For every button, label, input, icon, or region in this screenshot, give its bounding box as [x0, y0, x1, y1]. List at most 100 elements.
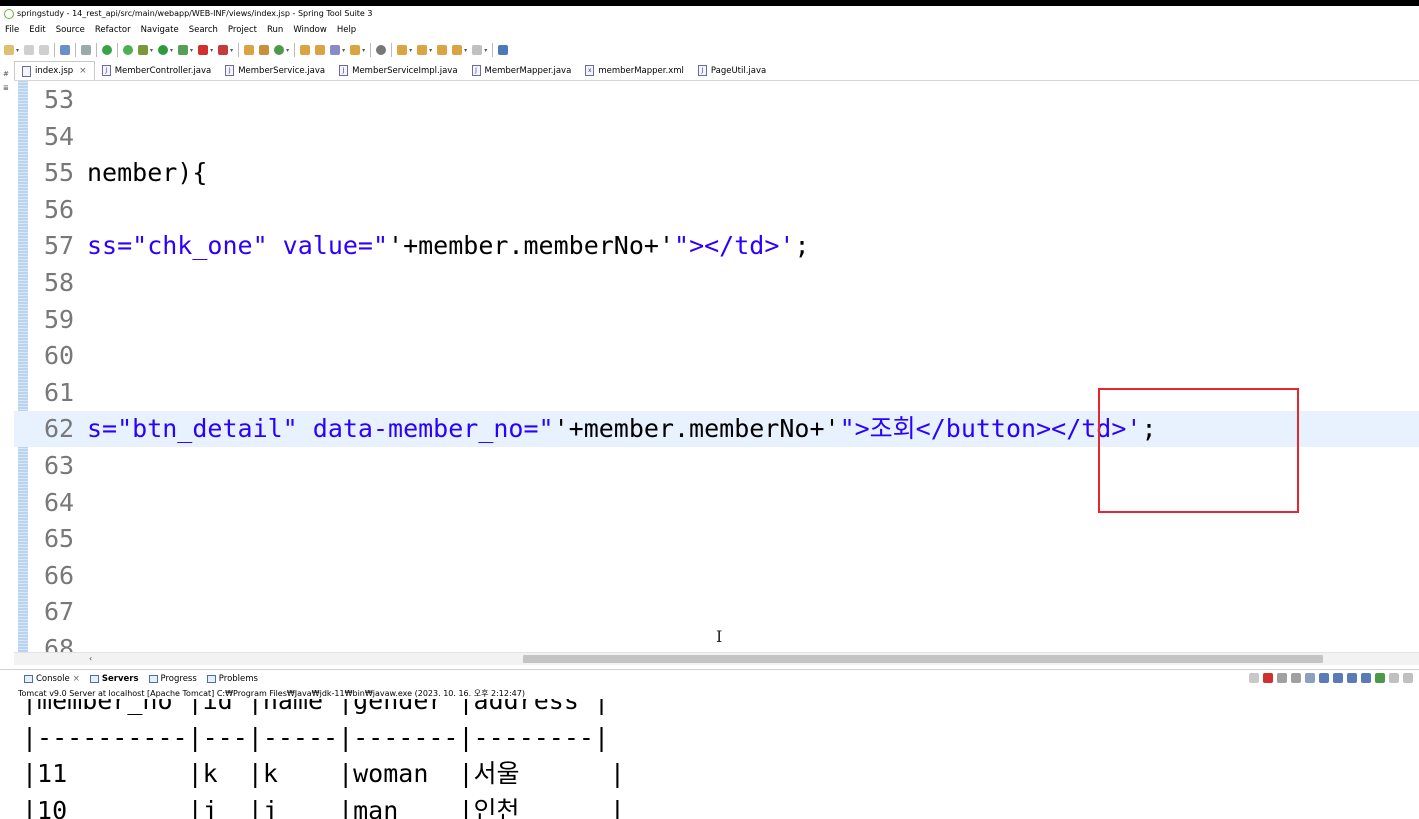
code-editor[interactable]: 53 54 55 nember){56 57 ss="chk_one" value="'+…: [14, 81, 1419, 652]
code-line[interactable]: 54: [14, 119, 1419, 155]
highlight-box: [1098, 388, 1299, 513]
refresh-icon[interactable]: [123, 45, 134, 55]
scroll-lock-icon[interactable]: [1319, 673, 1329, 683]
run-icon[interactable]: [158, 45, 169, 55]
tab-memberserviceimpl-java[interactable]: J MemberServiceImpl.java: [332, 61, 464, 80]
terminate-icon[interactable]: [1263, 673, 1273, 683]
tab-index-jsp[interactable]: index.jsp ×: [14, 61, 95, 80]
console-tab-problems[interactable]: Problems: [206, 673, 258, 684]
previous-annotation-icon[interactable]: [417, 45, 428, 55]
line-number: 58: [44, 268, 75, 297]
code-line[interactable]: 60: [14, 338, 1419, 374]
menu-item-refactor[interactable]: Refactor: [95, 25, 131, 35]
tab-membercontroller-java[interactable]: J MemberController.java: [95, 61, 219, 80]
code-line[interactable]: 65: [14, 521, 1419, 557]
menu-item-navigate[interactable]: Navigate: [141, 25, 179, 35]
progress-view-icon: [148, 674, 158, 683]
open-type-icon[interactable]: [300, 45, 311, 55]
tab-memberservice-java[interactable]: J MemberService.java: [218, 61, 332, 80]
menu-item-edit[interactable]: Edit: [29, 25, 45, 35]
line-number: 56: [44, 194, 75, 224]
skip-breakpoints-icon[interactable]: [81, 45, 92, 55]
code-line[interactable]: 59: [14, 302, 1419, 338]
code-line[interactable]: 66: [14, 558, 1419, 594]
menu-item-help[interactable]: Help: [337, 25, 356, 35]
line-number: 67: [44, 597, 75, 627]
tab-membermapper-java[interactable]: J MemberMapper.java: [465, 61, 579, 80]
open-perspective-icon[interactable]: [498, 45, 509, 55]
code-string-token: ">조회</button></td>': [839, 414, 1142, 444]
maximize-icon[interactable]: [1403, 673, 1413, 683]
back-icon[interactable]: [452, 45, 463, 55]
remove-launch-icon[interactable]: [1277, 673, 1287, 683]
console-output-line: |11 |k |k |woman |서울 |: [22, 759, 625, 788]
remove-all-icon[interactable]: [1291, 673, 1301, 683]
new-project-icon[interactable]: [274, 45, 285, 55]
code-line[interactable]: 55 nember){: [14, 155, 1419, 191]
new-icon[interactable]: [4, 45, 14, 55]
open-console-icon[interactable]: [1375, 673, 1385, 683]
code-text: ss="chk_one" value="'+member.memberNo+'"…: [87, 228, 810, 264]
clear-console-icon[interactable]: [1305, 673, 1315, 683]
external-tools-icon[interactable]: [178, 45, 189, 55]
console-tab-servers[interactable]: Servers: [89, 674, 139, 684]
code-string-token: "></td>': [674, 231, 795, 261]
open-resource-icon[interactable]: [315, 45, 326, 55]
save-icon[interactable]: [24, 45, 35, 55]
debug-icon[interactable]: [138, 45, 149, 55]
tab-pageutil-java[interactable]: J PageUtil.java: [691, 61, 773, 80]
pen-icon[interactable]: [330, 45, 341, 55]
console-view-icon: [24, 674, 33, 683]
code-token: nember){: [87, 158, 208, 188]
editor-horizontal-scrollbar[interactable]: ‹: [14, 652, 1419, 665]
menu-item-window[interactable]: Window: [293, 25, 327, 35]
console-tab-progress[interactable]: Progress: [148, 673, 197, 684]
line-number: 68: [44, 634, 75, 652]
menu-item-source[interactable]: Source: [56, 25, 85, 35]
search-icon[interactable]: [376, 45, 387, 55]
pin-icon[interactable]: [1249, 673, 1259, 683]
code-line[interactable]: 57 ss="chk_one" value="'+member.memberNo+…: [14, 228, 1419, 264]
scrollbar-thumb[interactable]: [523, 655, 1323, 663]
new-package-icon[interactable]: [244, 45, 255, 55]
problems-view-icon: [206, 674, 216, 683]
print-icon[interactable]: [60, 45, 71, 55]
outline-icon[interactable]: ≣: [3, 84, 11, 92]
word-wrap-icon[interactable]: [1333, 673, 1343, 683]
tab-membermapper-xml[interactable]: x memberMapper.xml: [578, 61, 691, 80]
code-line[interactable]: 56: [14, 192, 1419, 228]
show-on-output-icon[interactable]: [1347, 673, 1357, 683]
close-tab-icon[interactable]: ×: [79, 66, 87, 76]
console-output-line: |member_no |id |name |gender |address |: [22, 699, 609, 715]
menu-item-file[interactable]: File: [5, 25, 19, 35]
display-console-icon[interactable]: [1389, 673, 1399, 683]
code-line[interactable]: 58: [14, 265, 1419, 301]
scroll-left-arrow-icon[interactable]: ‹: [89, 653, 92, 665]
close-console-icon[interactable]: ×: [73, 674, 80, 684]
console-tab-label: Problems: [218, 673, 258, 684]
line-number: 64: [44, 487, 75, 517]
console-tab-label: Progress: [160, 673, 197, 684]
next-annotation-icon[interactable]: [397, 45, 408, 55]
main-toolbar: ▾ ▾ ▾ ▾ ▾ ▾ ▾ ▾ ▾ ▾ ▾ ▾ ▾: [0, 38, 1419, 62]
console-tab-console[interactable]: Console ×: [24, 674, 80, 684]
show-on-error-icon[interactable]: [1361, 673, 1371, 683]
menu-item-run[interactable]: Run: [267, 25, 283, 35]
new-class-icon[interactable]: [259, 45, 270, 55]
tab-label: index.jsp: [35, 66, 74, 76]
menu-item-project[interactable]: Project: [228, 25, 257, 35]
java-file-icon: J: [225, 65, 235, 76]
xml-file-icon: x: [585, 65, 595, 76]
forward-icon[interactable]: [472, 45, 483, 55]
code-line[interactable]: 53: [14, 82, 1419, 118]
minimize-icon[interactable]: #: [3, 70, 11, 78]
last-edit-icon[interactable]: [437, 45, 448, 55]
open-folder-icon[interactable]: [350, 45, 361, 55]
console-output[interactable]: |member_no |id |name |gender |address | |…: [0, 699, 1419, 819]
menu-item-search[interactable]: Search: [189, 25, 218, 35]
spring-boot-icon[interactable]: [102, 45, 113, 55]
server-icon[interactable]: [218, 45, 229, 55]
save-all-icon[interactable]: [39, 45, 50, 55]
code-line[interactable]: 67: [14, 594, 1419, 630]
stop-icon[interactable]: [198, 45, 209, 55]
